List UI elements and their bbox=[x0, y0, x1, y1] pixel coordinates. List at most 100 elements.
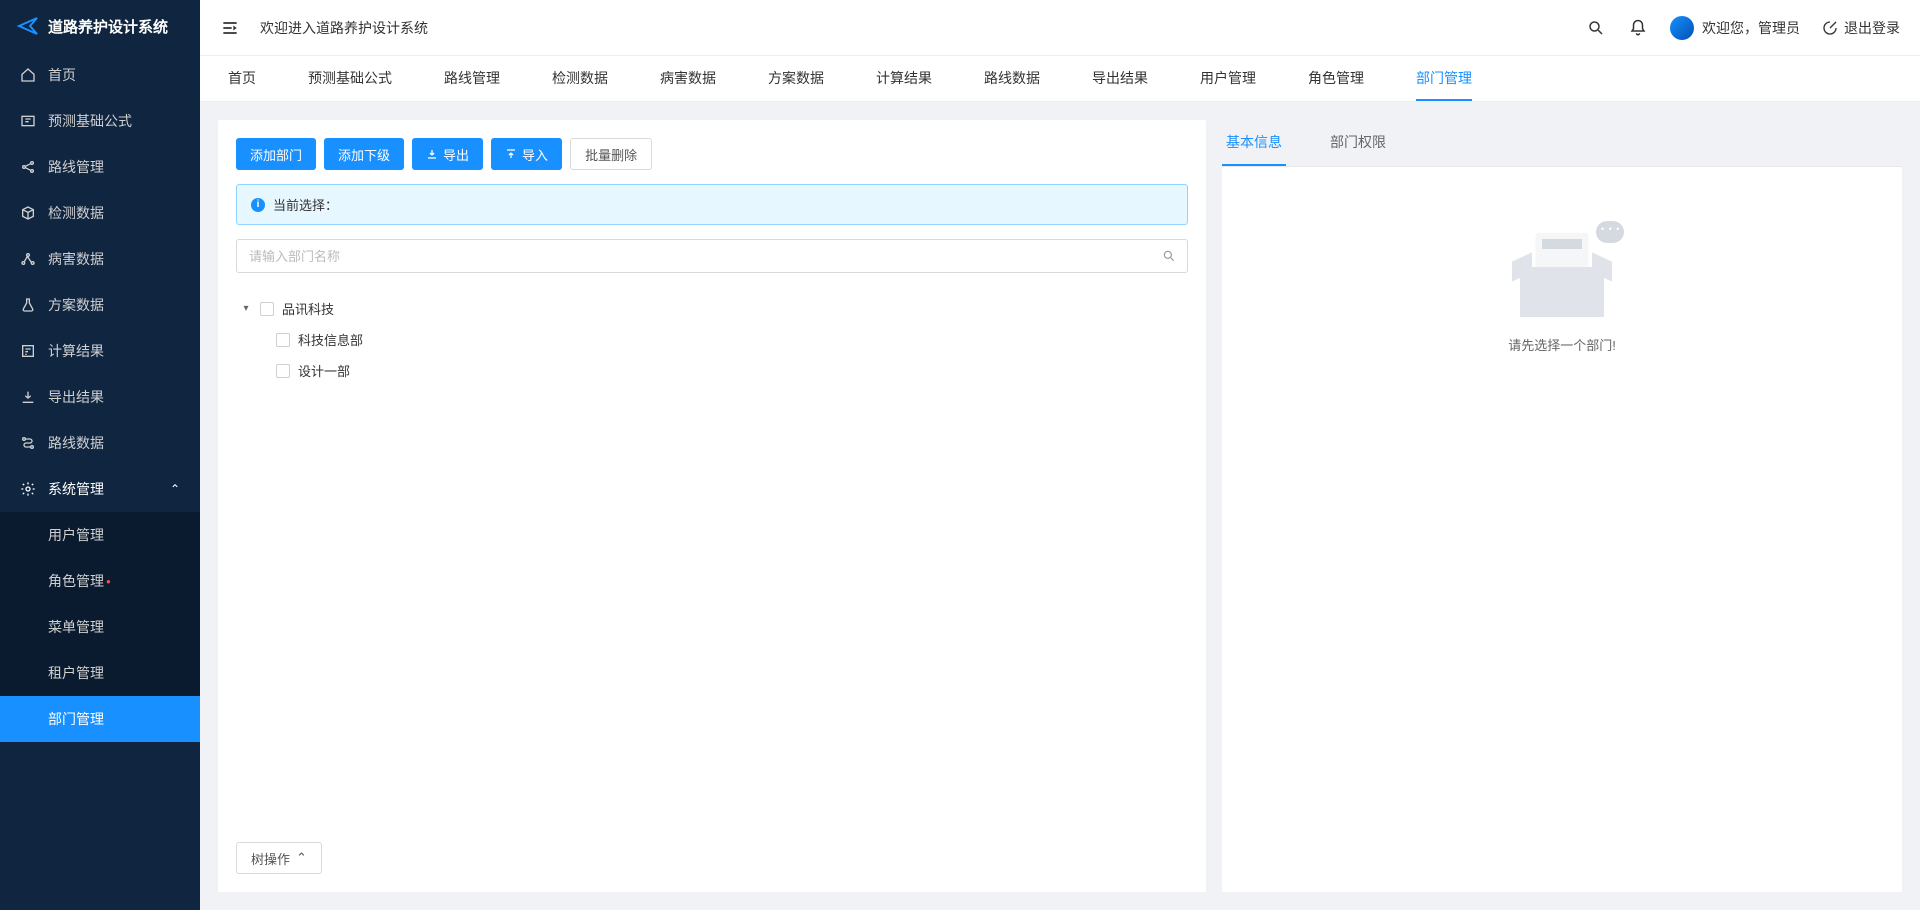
dept-search-input[interactable] bbox=[236, 239, 1188, 273]
sidebar-item-calc[interactable]: 计算结果 bbox=[0, 328, 200, 374]
tree-checkbox[interactable] bbox=[276, 333, 290, 347]
batch-delete-button[interactable]: 批量删除 bbox=[570, 138, 652, 170]
sidebar-item-label: 方案数据 bbox=[48, 295, 104, 315]
main: 欢迎进入道路养护设计系统 欢迎您，管理员 退出登录 首页 预测基础公式 路线管理… bbox=[200, 0, 1920, 910]
logout-icon bbox=[1822, 20, 1838, 36]
tree-ops-button[interactable]: 树操作 ⌃ bbox=[236, 842, 322, 874]
sidebar-sub-role[interactable]: 角色管理● bbox=[0, 558, 200, 604]
detail-tab-perm[interactable]: 部门权限 bbox=[1326, 120, 1390, 166]
sidebar-item-label: 首页 bbox=[48, 65, 76, 85]
sidebar-item-label: 检测数据 bbox=[48, 203, 104, 223]
tree-node-root[interactable]: ▾ 品讯科技 bbox=[236, 293, 1188, 324]
sidebar-item-export[interactable]: 导出结果 bbox=[0, 374, 200, 420]
chevron-up-icon: ⌃ bbox=[296, 850, 307, 866]
chevron-up-icon: ⌃ bbox=[170, 482, 180, 496]
sidebar-item-label: 导出结果 bbox=[48, 387, 104, 407]
tab-user[interactable]: 用户管理 bbox=[1200, 56, 1256, 101]
detail-empty: 请先选择一个部门! bbox=[1222, 167, 1902, 892]
gear-icon bbox=[20, 481, 36, 497]
cube-icon bbox=[20, 205, 36, 221]
sidebar-item-label: 病害数据 bbox=[48, 249, 104, 269]
sidebar-sub-tenant[interactable]: 租户管理 bbox=[0, 650, 200, 696]
sidebar-item-route-data[interactable]: 路线数据 bbox=[0, 420, 200, 466]
sidebar-item-route-mgmt[interactable]: 路线管理 bbox=[0, 144, 200, 190]
tab-calc[interactable]: 计算结果 bbox=[876, 56, 932, 101]
network-icon bbox=[20, 251, 36, 267]
detail-tabs: 基本信息 部门权限 bbox=[1222, 120, 1902, 167]
menu-toggle-icon[interactable] bbox=[220, 18, 240, 38]
logo: 道路养护设计系统 bbox=[0, 0, 200, 52]
download-icon bbox=[20, 389, 36, 405]
page-tabs: 首页 预测基础公式 路线管理 检测数据 病害数据 方案数据 计算结果 路线数据 … bbox=[200, 56, 1920, 102]
add-sub-button[interactable]: 添加下级 bbox=[324, 138, 404, 170]
empty-illustration bbox=[1512, 227, 1612, 317]
sidebar-item-label: 路线管理 bbox=[48, 157, 104, 177]
tab-disease[interactable]: 病害数据 bbox=[660, 56, 716, 101]
export-button[interactable]: 导出 bbox=[412, 138, 483, 170]
detail-tab-basic[interactable]: 基本信息 bbox=[1222, 120, 1286, 166]
app-title: 道路养护设计系统 bbox=[48, 16, 168, 37]
tab-route-mgmt[interactable]: 路线管理 bbox=[444, 56, 500, 101]
sidebar-item-inspect[interactable]: 检测数据 bbox=[0, 190, 200, 236]
tree-checkbox[interactable] bbox=[260, 302, 274, 316]
search-icon[interactable] bbox=[1586, 18, 1606, 38]
tab-inspect[interactable]: 检测数据 bbox=[552, 56, 608, 101]
sidebar-item-formula[interactable]: 预测基础公式 bbox=[0, 98, 200, 144]
tree-checkbox[interactable] bbox=[276, 364, 290, 378]
empty-text: 请先选择一个部门! bbox=[1508, 335, 1616, 354]
user-menu[interactable]: 欢迎您，管理员 bbox=[1670, 16, 1800, 40]
sidebar-item-system[interactable]: 系统管理 ⌃ bbox=[0, 466, 200, 512]
logo-icon bbox=[16, 14, 40, 38]
calc-icon bbox=[20, 343, 36, 359]
tab-route-data[interactable]: 路线数据 bbox=[984, 56, 1040, 101]
logout-button[interactable]: 退出登录 bbox=[1822, 18, 1900, 38]
sidebar-sub-dept[interactable]: 部门管理 bbox=[0, 696, 200, 742]
download-icon bbox=[426, 148, 438, 160]
detail-panel: 基本信息 部门权限 请先选择一个部门! bbox=[1222, 120, 1902, 892]
alert-text: 当前选择： bbox=[273, 195, 338, 214]
tree-node-child[interactable]: 设计一部 bbox=[236, 355, 1188, 386]
sidebar-sub-menu[interactable]: 菜单管理 bbox=[0, 604, 200, 650]
topbar: 欢迎进入道路养护设计系统 欢迎您，管理员 退出登录 bbox=[200, 0, 1920, 56]
flask-icon bbox=[20, 297, 36, 313]
import-button[interactable]: 导入 bbox=[491, 138, 562, 170]
search-icon[interactable] bbox=[1162, 249, 1176, 263]
tab-dept[interactable]: 部门管理 bbox=[1416, 56, 1472, 101]
formula-icon bbox=[20, 113, 36, 129]
sidebar-item-label: 计算结果 bbox=[48, 341, 104, 361]
tree-node-child[interactable]: 科技信息部 bbox=[236, 324, 1188, 355]
dept-tree: ▾ 品讯科技 科技信息部 设计一部 bbox=[236, 287, 1188, 392]
add-dept-button[interactable]: 添加部门 bbox=[236, 138, 316, 170]
search-wrap bbox=[236, 239, 1188, 273]
tab-export[interactable]: 导出结果 bbox=[1092, 56, 1148, 101]
sidebar-sub-user[interactable]: 用户管理 bbox=[0, 512, 200, 558]
tab-role[interactable]: 角色管理 bbox=[1308, 56, 1364, 101]
dept-panel: 添加部门 添加下级 导出 导入 批量删除 i 当前选择： bbox=[218, 120, 1206, 892]
user-greeting: 欢迎您，管理员 bbox=[1702, 18, 1800, 38]
share-icon bbox=[20, 159, 36, 175]
bell-icon[interactable] bbox=[1628, 18, 1648, 38]
dot-badge: ● bbox=[106, 577, 111, 586]
info-icon: i bbox=[251, 198, 265, 212]
tab-home[interactable]: 首页 bbox=[228, 56, 256, 101]
sidebar-item-label: 预测基础公式 bbox=[48, 111, 132, 131]
selection-alert: i 当前选择： bbox=[236, 184, 1188, 225]
tree-node-label: 设计一部 bbox=[298, 361, 350, 380]
sidebar-item-plan[interactable]: 方案数据 bbox=[0, 282, 200, 328]
tab-plan[interactable]: 方案数据 bbox=[768, 56, 824, 101]
sidebar-item-home[interactable]: 首页 bbox=[0, 52, 200, 98]
avatar bbox=[1670, 16, 1694, 40]
sidebar-item-label: 路线数据 bbox=[48, 433, 104, 453]
sidebar: 道路养护设计系统 首页 预测基础公式 路线管理 检测数据 病害数据 方案数据 bbox=[0, 0, 200, 910]
tree-toggle-icon[interactable]: ▾ bbox=[240, 303, 252, 315]
logout-label: 退出登录 bbox=[1844, 18, 1900, 38]
sidebar-item-label: 系统管理 bbox=[48, 479, 104, 499]
tab-formula[interactable]: 预测基础公式 bbox=[308, 56, 392, 101]
tree-node-label: 品讯科技 bbox=[282, 299, 334, 318]
route-icon bbox=[20, 435, 36, 451]
upload-icon bbox=[505, 148, 517, 160]
tree-node-label: 科技信息部 bbox=[298, 330, 363, 349]
sidebar-item-disease[interactable]: 病害数据 bbox=[0, 236, 200, 282]
content: 添加部门 添加下级 导出 导入 批量删除 i 当前选择： bbox=[200, 102, 1920, 910]
toolbar: 添加部门 添加下级 导出 导入 批量删除 bbox=[236, 138, 1188, 170]
